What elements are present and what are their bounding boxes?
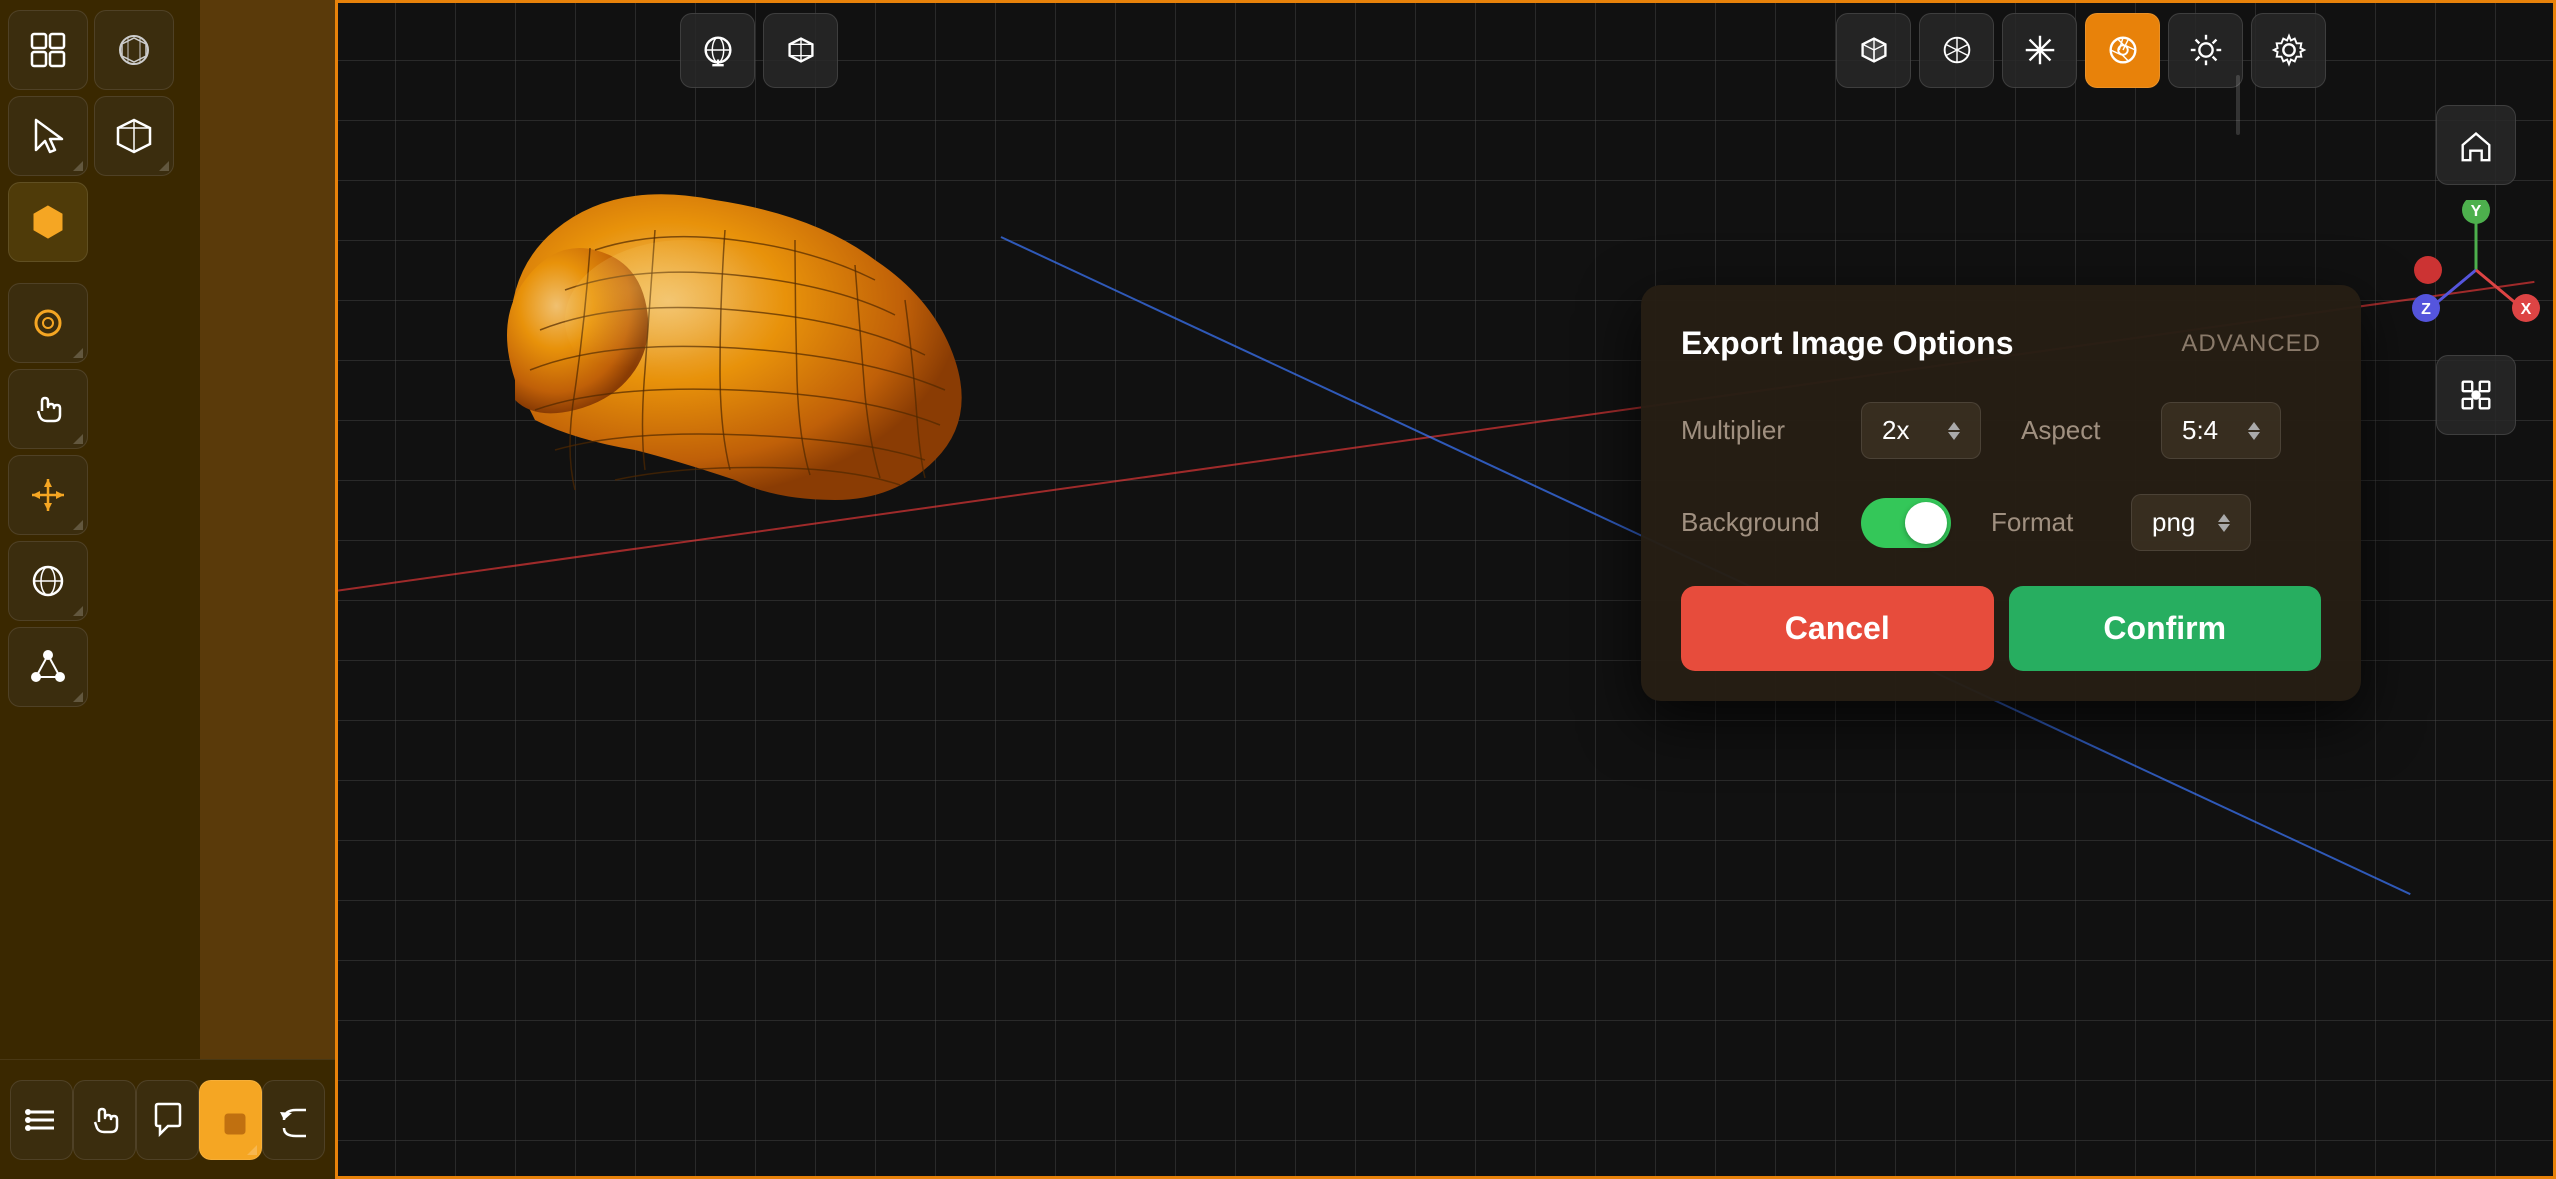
dialog-buttons: Cancel Confirm (1681, 586, 2321, 671)
box-shape-button[interactable] (94, 96, 174, 176)
advanced-label[interactable]: ADVANCED (2181, 330, 2321, 358)
aspect-control[interactable]: 5:4 (2161, 402, 2281, 459)
divider-notch (2236, 75, 2240, 135)
aspect-down-arrow[interactable] (2248, 432, 2260, 440)
sidebar-top-tools (8, 10, 192, 262)
multiplier-row: Multiplier 2x Aspect 5:4 (1681, 402, 2321, 459)
hex-shape-button[interactable] (8, 182, 88, 262)
bottom-toolbar (0, 1059, 335, 1179)
svg-text:X: X (2521, 301, 2532, 318)
background-toggle[interactable] (1861, 498, 1951, 548)
viewport-toolbar (670, 0, 2556, 100)
undo-tool-button[interactable] (262, 1080, 325, 1160)
export-dialog: Export Image Options ADVANCED Multiplier… (1641, 285, 2361, 701)
axis-gizmo[interactable]: Y Z X (2406, 200, 2546, 340)
crystal-ico-button[interactable] (1919, 13, 1994, 88)
home-button[interactable] (2436, 105, 2516, 185)
sphere-ico-button[interactable] (94, 10, 174, 90)
list-tool-button[interactable] (10, 1080, 73, 1160)
snowflake-button[interactable] (2002, 13, 2077, 88)
toggle-knob (1905, 502, 1947, 544)
cube-solid-button[interactable] (1836, 13, 1911, 88)
hand-bottom-button[interactable] (73, 1080, 136, 1160)
globe-nav-button[interactable] (8, 541, 88, 621)
sun-light-button[interactable] (2168, 13, 2243, 88)
format-down-arrow[interactable] (2218, 524, 2230, 532)
select-ring-button[interactable] (8, 283, 88, 363)
speech-tool-button[interactable] (136, 1080, 199, 1160)
multiplier-control[interactable]: 2x (1861, 402, 1981, 459)
grid-view-button[interactable] (8, 10, 88, 90)
multiplier-label: Multiplier (1681, 415, 1841, 446)
settings-gear-button[interactable] (2251, 13, 2326, 88)
node-tool-button[interactable] (8, 627, 88, 707)
3d-object (435, 100, 1115, 580)
aspect-value: 5:4 (2182, 415, 2218, 446)
format-stepper[interactable] (2218, 514, 2230, 532)
left-sidebar (0, 0, 200, 1179)
dialog-header: Export Image Options ADVANCED (1681, 325, 2321, 362)
format-value: png (2152, 507, 2195, 538)
multiplier-up-arrow[interactable] (1948, 422, 1960, 430)
globe-toolbar-button[interactable] (680, 13, 755, 88)
cube-toolbar-button[interactable] (763, 13, 838, 88)
dialog-title: Export Image Options (1681, 325, 2013, 362)
svg-text:Z: Z (2421, 301, 2431, 318)
aperture-button[interactable] (2085, 13, 2160, 88)
focus-button[interactable] (2436, 355, 2516, 435)
hand-tool-button[interactable] (8, 369, 88, 449)
cursor-tool-button[interactable] (8, 96, 88, 176)
format-label: Format (1991, 507, 2111, 538)
aspect-stepper[interactable] (2248, 422, 2260, 440)
multiplier-value: 2x (1882, 415, 1909, 446)
format-up-arrow[interactable] (2218, 514, 2230, 522)
move-tool-button[interactable] (8, 455, 88, 535)
aspect-label: Aspect (2021, 415, 2141, 446)
background-label: Background (1681, 507, 1841, 538)
layer-tool-button[interactable] (199, 1080, 262, 1160)
svg-text:Y: Y (2471, 203, 2482, 220)
multiplier-stepper[interactable] (1948, 422, 1960, 440)
confirm-button[interactable]: Confirm (2009, 586, 2322, 671)
multiplier-down-arrow[interactable] (1948, 432, 1960, 440)
viewport[interactable]: Export Image Options ADVANCED Multiplier… (335, 0, 2556, 1179)
format-control[interactable]: png (2131, 494, 2251, 551)
cancel-button[interactable]: Cancel (1681, 586, 1994, 671)
background-row: Background Format png (1681, 494, 2321, 551)
aspect-up-arrow[interactable] (2248, 422, 2260, 430)
